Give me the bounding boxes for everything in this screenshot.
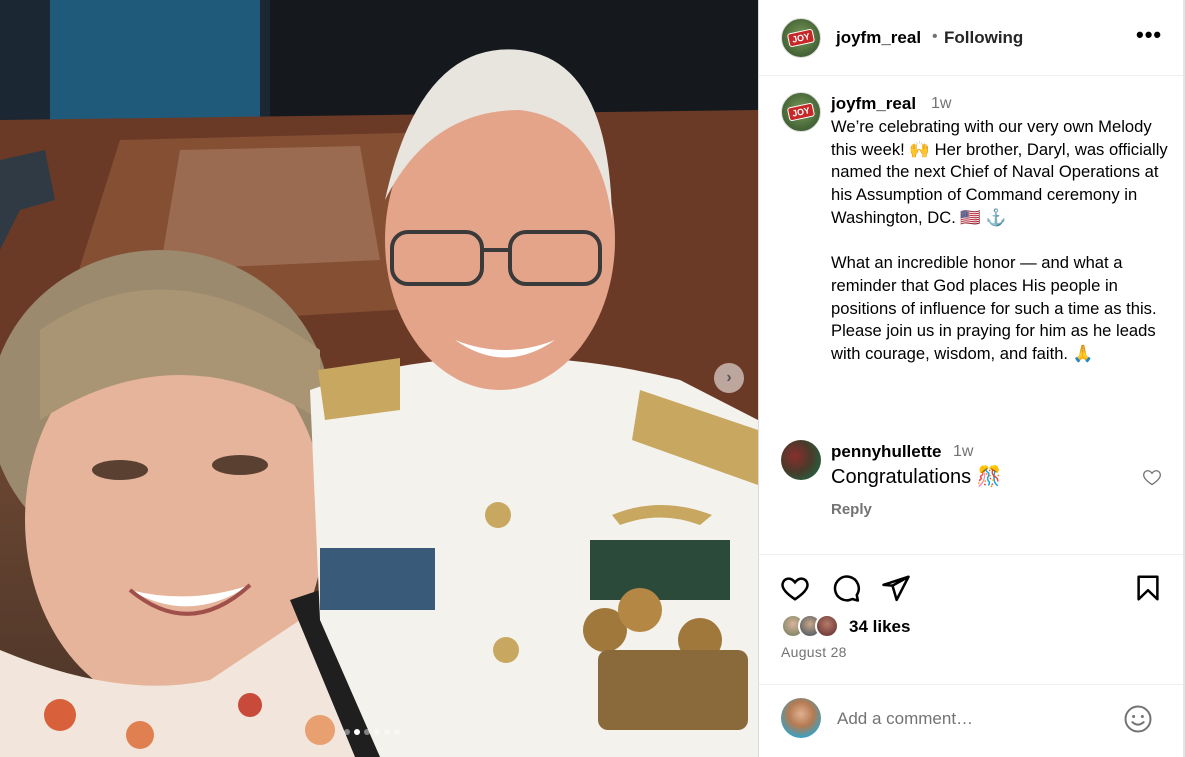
likes-count[interactable]: 34 likes	[849, 617, 910, 637]
caption-username[interactable]: joyfm_real	[831, 94, 916, 114]
comment-like-heart-icon[interactable]	[1142, 467, 1162, 487]
joyfm-logo: JOY	[786, 102, 816, 122]
joyfm-logo: JOY	[786, 28, 816, 48]
divider	[759, 554, 1184, 555]
liker-avatars[interactable]	[781, 614, 847, 638]
caption-author-avatar[interactable]: JOY	[781, 92, 821, 132]
carousel-dot	[384, 729, 390, 735]
post-header: JOY joyfm_real • Following •••	[759, 0, 1184, 76]
comment-reply-button[interactable]: Reply	[831, 501, 872, 518]
current-user-avatar	[781, 698, 821, 738]
carousel-dot	[394, 729, 400, 735]
carousel-dot-active	[354, 729, 360, 735]
heart-icon[interactable]	[780, 573, 810, 603]
smiley-icon[interactable]	[1123, 704, 1153, 734]
comment-timestamp[interactable]: 1w	[953, 443, 973, 461]
caption-timestamp[interactable]: 1w	[931, 95, 951, 113]
divider	[759, 684, 1184, 685]
send-icon[interactable]	[881, 573, 911, 603]
carousel-next-button[interactable]: ›	[714, 363, 744, 393]
comment-icon[interactable]	[831, 573, 861, 603]
post-date[interactable]: August 28	[781, 644, 847, 660]
commenter-avatar[interactable]	[781, 440, 821, 480]
comment-text: Congratulations 🎊	[831, 466, 1002, 488]
more-options-icon[interactable]: •••	[1136, 22, 1162, 48]
carousel-indicator	[344, 729, 400, 735]
bookmark-icon[interactable]	[1133, 573, 1163, 603]
carousel-dot	[364, 729, 370, 735]
header-separator: •	[932, 28, 938, 45]
liker-avatar	[815, 614, 839, 638]
post-caption: We’re celebrating with our very own Melo…	[831, 117, 1168, 364]
post-photo[interactable]: ›	[0, 0, 758, 757]
photo-illustration	[0, 0, 758, 757]
post-side-panel: JOY joyfm_real • Following ••• JOY joyfm…	[758, 0, 1184, 757]
author-username[interactable]: joyfm_real	[836, 28, 921, 48]
author-avatar[interactable]: JOY	[781, 18, 821, 58]
commenter-username[interactable]: pennyhullette	[831, 442, 942, 462]
carousel-dot	[344, 729, 350, 735]
following-button[interactable]: Following	[944, 28, 1023, 48]
add-comment-input[interactable]: Add a comment…	[837, 709, 973, 729]
carousel-dot	[374, 729, 380, 735]
